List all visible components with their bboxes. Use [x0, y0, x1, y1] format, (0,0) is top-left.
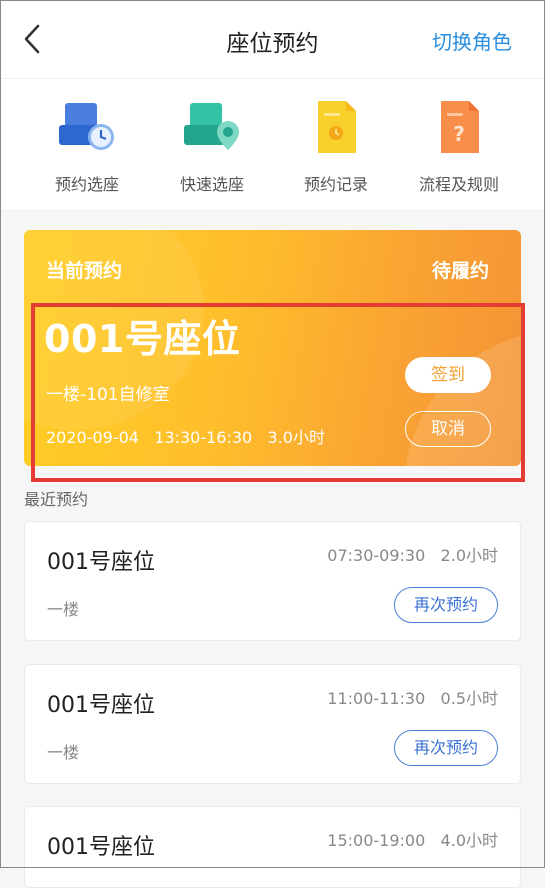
- screen-border: [0, 0, 545, 868]
